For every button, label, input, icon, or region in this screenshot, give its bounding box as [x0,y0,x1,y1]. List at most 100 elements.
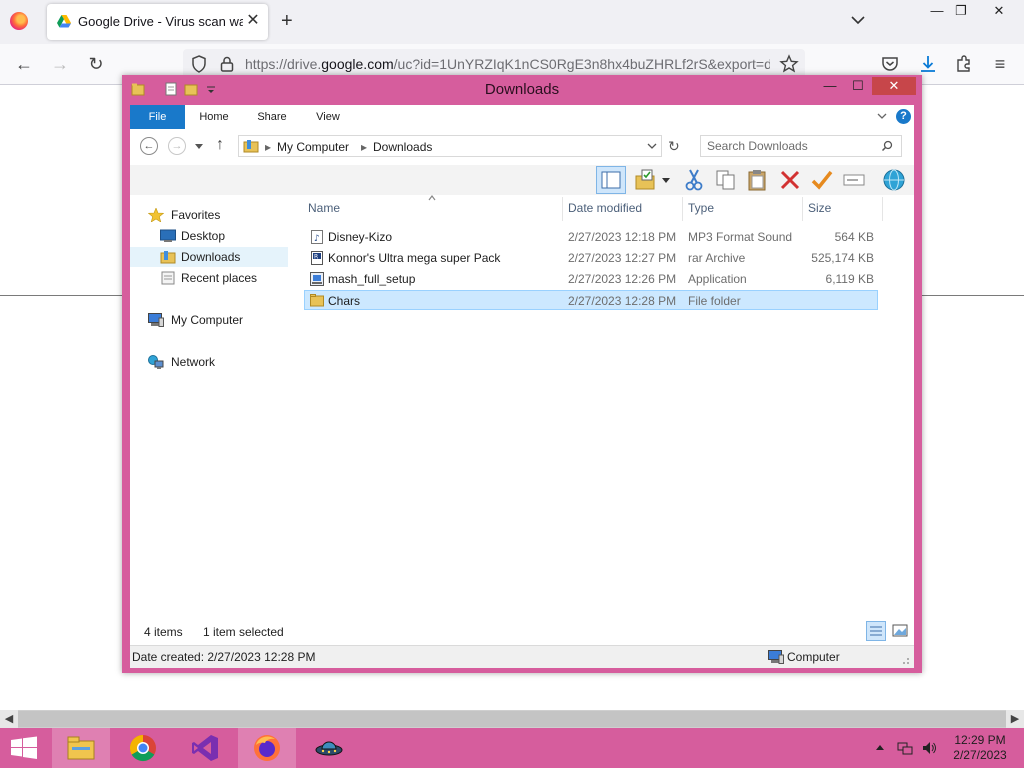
command-toolbar [130,165,914,195]
reload-icon[interactable]: ↻ [86,54,106,74]
cut-scissors-icon[interactable] [682,168,706,192]
taskbar-ufo-app[interactable] [300,728,358,768]
search-icon[interactable] [881,140,893,152]
breadcrumb-downloads[interactable]: Downloads [373,140,432,154]
sidebar-item-downloads[interactable]: Downloads [130,247,288,267]
chrome-icon [129,734,156,762]
system-clock[interactable]: 12:29 PM 2/27/2023 [940,733,1020,763]
show-hidden-icons-icon[interactable] [874,740,886,756]
file-type: Application [688,272,747,286]
new-tab-button[interactable]: + [281,10,293,32]
taskbar-chrome[interactable] [114,728,172,768]
file-row-selected[interactable]: Chars 2/27/2023 12:28 PM File folder [304,290,878,310]
resize-grip-icon[interactable] [900,655,910,665]
check-mark-icon[interactable] [810,168,834,192]
archive-file-icon: R [311,251,323,265]
sidebar-item-recent-places[interactable]: Recent places [130,268,288,288]
minimize-window-button[interactable]: — [816,77,844,95]
network-tray-icon[interactable] [897,740,913,756]
refresh-icon[interactable]: ↻ [668,137,684,155]
delete-x-icon[interactable] [778,168,802,192]
explorer-content: Favorites Desktop Downloads Recent place… [130,195,914,617]
column-header-name[interactable]: Name [308,201,340,215]
date-created-text: Date created: 2/27/2023 12:28 PM [132,650,316,664]
browser-tab-active[interactable]: Google Drive - Virus scan warning ✕ [47,4,268,40]
browser-tab-bar: Google Drive - Virus scan warning ✕ + — … [0,0,1024,44]
file-row[interactable]: mash_full_setup 2/27/2023 12:26 PM Appli… [304,269,878,289]
globe-icon[interactable] [882,168,906,192]
new-folder-toolbar-icon[interactable] [634,168,658,192]
expand-ribbon-icon[interactable] [876,110,888,122]
sidebar-item-favorites[interactable]: Favorites [130,205,288,225]
forward-button-icon[interactable]: → [168,137,186,155]
list-all-tabs-icon[interactable] [850,12,866,28]
horizontal-scrollbar[interactable]: ◀ ▶ [0,710,1024,728]
volume-speaker-icon[interactable] [921,740,937,756]
tab-view[interactable]: View [306,105,350,129]
column-header-type[interactable]: Type [688,201,714,215]
tab-file[interactable]: File [130,105,185,129]
explorer-title-bar[interactable]: Downloads — ☐ ✕ [122,75,922,103]
sidebar-item-desktop[interactable]: Desktop [130,226,288,246]
file-type: rar Archive [688,251,746,265]
back-arrow-icon[interactable]: ← [14,54,34,74]
column-divider[interactable] [682,197,683,221]
pocket-icon[interactable] [880,54,900,74]
page-divider-right [922,295,1024,296]
downloads-arrow-icon[interactable] [918,54,938,74]
windows-start-icon[interactable] [8,736,40,760]
close-browser-button[interactable]: ✕ [984,2,1014,20]
preview-pane-icon[interactable] [596,166,626,194]
close-window-button[interactable]: ✕ [872,77,916,95]
padlock-icon[interactable] [220,56,234,72]
paste-clipboard-icon[interactable] [746,168,770,192]
large-icons-view-icon[interactable] [890,621,910,641]
forward-arrow-icon[interactable]: → [50,54,70,74]
column-header-size[interactable]: Size [808,201,831,215]
tab-share[interactable]: Share [250,105,294,129]
sidebar-item-my-computer[interactable]: My Computer [130,310,288,330]
breadcrumb-my-computer[interactable]: My Computer [277,140,349,154]
url-text[interactable]: https://drive.google.com/uc?id=1UnYRZIqK… [245,56,770,72]
column-divider[interactable] [562,197,563,221]
tab-close-icon[interactable]: ✕ [244,12,262,30]
tracking-shield-icon[interactable] [191,55,207,73]
firefox-view-icon[interactable] [10,12,28,30]
search-input[interactable] [707,138,877,154]
address-dropdown-icon[interactable] [647,142,657,150]
sidebar-item-network[interactable]: Network [130,352,288,372]
page-divider-left [0,295,122,296]
copy-icon[interactable] [714,168,738,192]
file-row[interactable]: ♪ Disney-Kizo 2/27/2023 12:18 PM MP3 For… [304,227,878,247]
bookmark-star-icon[interactable] [779,54,799,74]
taskbar-firefox[interactable] [238,728,296,768]
scrollbar-thumb[interactable] [18,711,1006,727]
breadcrumb-separator: ▸ [361,140,368,154]
up-arrow-icon[interactable]: ↑ [216,136,224,154]
restore-browser-button[interactable]: ❐ [946,2,976,20]
column-divider[interactable] [882,197,883,221]
new-folder-dropdown-icon[interactable] [660,168,672,192]
scroll-left-icon[interactable]: ◀ [0,710,18,728]
file-size: 525,174 KB [811,251,874,265]
file-row[interactable]: R Konnor's Ultra mega super Pack 2/27/20… [304,248,878,268]
tab-home[interactable]: Home [192,105,236,129]
url-path: /uc?id=1UnYRZIqK1nCS0RgE3n8hx4buZHRLf2rS… [393,56,770,72]
maximize-window-button[interactable]: ☐ [844,77,872,95]
location-text: Computer [787,650,840,664]
scroll-right-icon[interactable]: ▶ [1006,710,1024,728]
help-icon[interactable]: ? [896,109,911,124]
details-view-icon[interactable] [866,621,886,641]
sidebar-item-label: Recent places [181,271,258,285]
back-button-icon[interactable]: ← [140,137,158,155]
column-header-date-modified[interactable]: Date modified [568,201,642,215]
taskbar-file-explorer[interactable] [52,728,110,768]
rename-icon[interactable] [842,168,866,192]
search-field[interactable] [700,135,902,157]
address-bar[interactable]: ▸ My Computer ▸ Downloads [238,135,662,157]
hamburger-menu-icon[interactable]: ≡ [990,54,1010,74]
taskbar-visual-studio[interactable] [176,728,234,768]
column-divider[interactable] [802,197,803,221]
recent-locations-icon[interactable] [194,143,204,151]
extensions-puzzle-icon[interactable] [954,54,974,74]
